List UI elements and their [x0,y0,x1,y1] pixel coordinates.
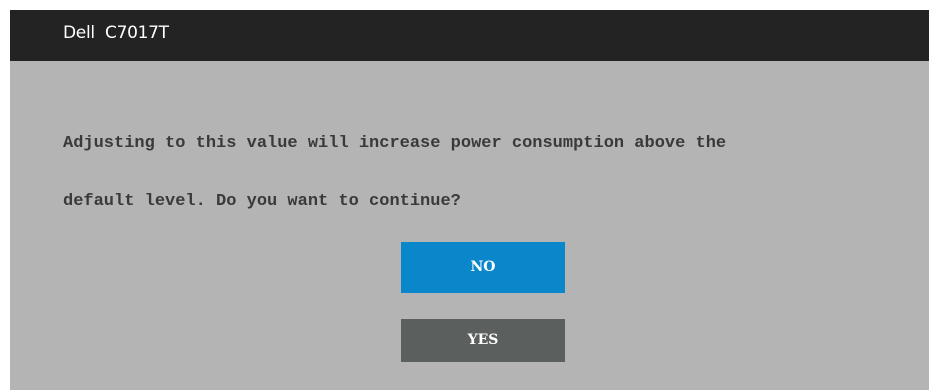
confirm-dialog: Dell C7017T Adjusting to this value will… [10,10,929,390]
no-button[interactable]: NO [401,242,565,293]
title-bar: Dell C7017T [10,10,929,61]
dialog-message-line-2: default level. Do you want to continue? [63,192,461,211]
dialog-message: Adjusting to this value will increase po… [63,115,903,231]
yes-button[interactable]: YES [401,319,565,362]
dialog-message-line-1: Adjusting to this value will increase po… [63,134,727,153]
monitor-model-title: Dell C7017T [63,23,169,43]
